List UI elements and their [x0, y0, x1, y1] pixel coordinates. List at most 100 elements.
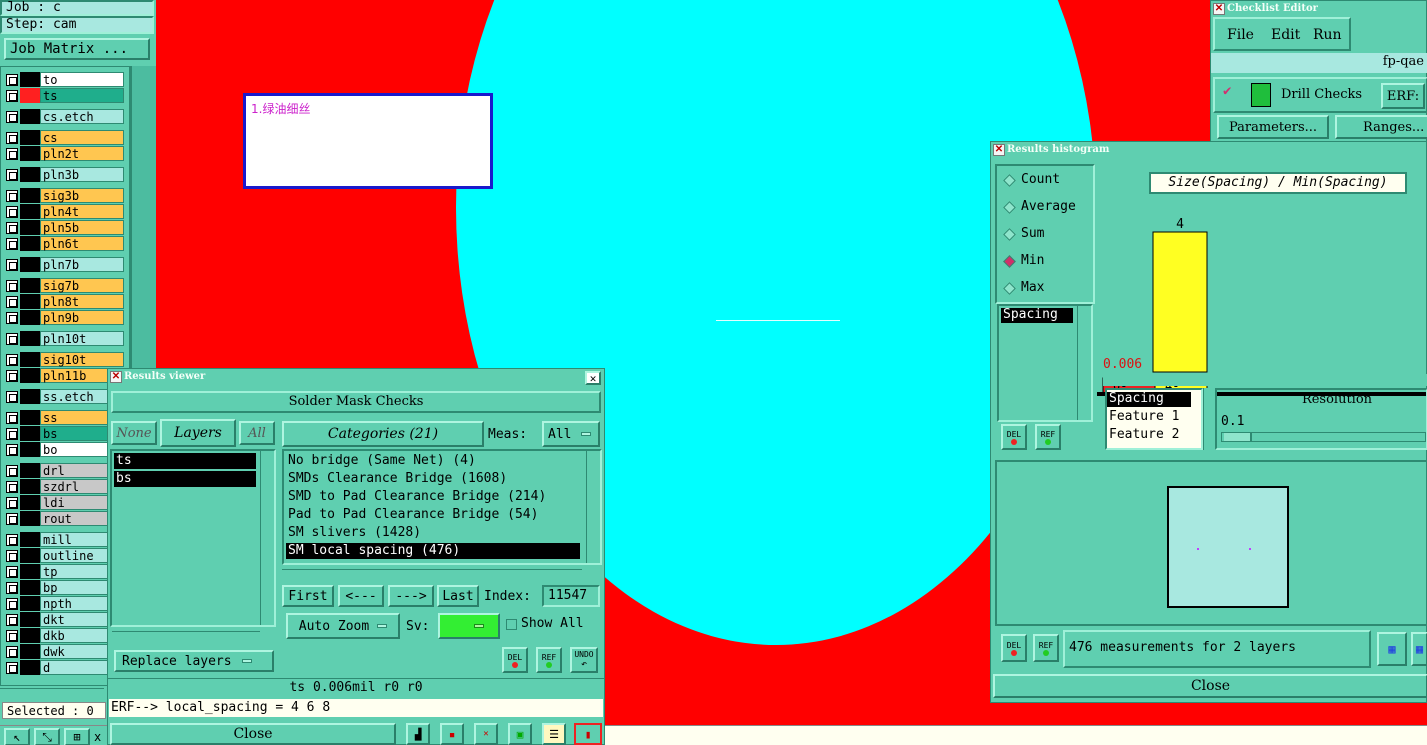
layer-checkbox[interactable] — [6, 90, 18, 102]
drill-checks-row[interactable]: ✔ Drill Checks ERF: — [1213, 77, 1427, 113]
category-list[interactable]: No bridge (Same Net) (4) SMDs Clearance B… — [282, 449, 602, 565]
layer-checkbox[interactable] — [6, 444, 18, 456]
layer-checkbox[interactable] — [6, 148, 18, 160]
layer-checkbox[interactable] — [6, 614, 18, 626]
layer-color-swatch[interactable] — [20, 548, 40, 563]
zoom-tool-icon[interactable]: ⤡ — [34, 728, 60, 745]
layer-name[interactable]: pln9b — [40, 310, 124, 325]
feature-list-vscroll[interactable] — [1203, 388, 1215, 450]
prev-button[interactable]: <--- — [338, 585, 384, 607]
close-button[interactable]: Close — [110, 723, 396, 745]
show-all-checkbox[interactable] — [506, 619, 517, 630]
layer-color-swatch[interactable] — [20, 511, 40, 526]
export-icon[interactable]: ▦ — [1377, 632, 1407, 666]
layer-color-swatch[interactable] — [20, 532, 40, 547]
feature-item[interactable]: Feature 2 — [1107, 428, 1191, 443]
layer-color-swatch[interactable] — [20, 109, 40, 124]
layer-color-swatch[interactable] — [20, 389, 40, 404]
first-button[interactable]: First — [282, 585, 334, 607]
category-list-vscroll[interactable] — [586, 451, 600, 563]
hist-del-button[interactable]: DEL — [1001, 424, 1027, 450]
category-item[interactable]: Pad to Pad Clearance Bridge (54) — [286, 507, 580, 523]
layer-color-swatch[interactable] — [20, 236, 40, 251]
mode-radio-max[interactable]: Max — [997, 280, 1093, 300]
layer-color-swatch[interactable] — [20, 442, 40, 457]
layer-checkbox[interactable] — [6, 259, 18, 271]
layer-name[interactable]: pln6t — [40, 236, 124, 251]
auto-zoom-select[interactable]: Auto Zoom — [286, 613, 400, 639]
layer-hscroll[interactable] — [0, 688, 104, 700]
layer-color-swatch[interactable] — [20, 426, 40, 441]
attribute-list[interactable]: Spacing — [997, 304, 1093, 422]
layer-checkbox[interactable] — [6, 534, 18, 546]
window-menu-icon[interactable]: ✕ — [993, 144, 1005, 156]
layer-list-hscroll[interactable] — [112, 631, 260, 643]
grid-tool-icon[interactable]: ⊞ — [64, 728, 90, 745]
undo-button[interactable]: UNDO ↶ — [570, 647, 598, 673]
tool-icon-6[interactable]: ▮ — [574, 723, 602, 745]
layer-checkbox[interactable] — [6, 630, 18, 642]
run-menu[interactable]: Run — [1313, 27, 1342, 43]
layer-name[interactable]: cs.etch — [40, 109, 124, 124]
layer-checkbox[interactable] — [6, 111, 18, 123]
layer-color-swatch[interactable] — [20, 352, 40, 367]
category-item[interactable]: SMD to Pad Clearance Bridge (214) — [286, 489, 580, 505]
tool-icon-5[interactable]: ☰ — [542, 723, 566, 745]
layer-color-swatch[interactable] — [20, 580, 40, 595]
layer-checkbox[interactable] — [6, 296, 18, 308]
meas-select[interactable]: All — [542, 421, 600, 447]
layer-name[interactable]: pln8t — [40, 294, 124, 309]
replace-layers-select[interactable]: Replace layers — [114, 650, 274, 672]
hist-ref-button-2[interactable]: REF — [1033, 634, 1059, 662]
layer-color-swatch[interactable] — [20, 331, 40, 346]
sv-color-select[interactable] — [438, 613, 500, 639]
attribute-list-vscroll[interactable] — [1077, 306, 1091, 420]
layer-checkbox[interactable] — [6, 566, 18, 578]
layer-checkbox[interactable] — [6, 333, 18, 345]
window-menu-icon[interactable]: ✕ — [110, 371, 122, 383]
layer-checkbox[interactable] — [6, 497, 18, 509]
layer-checkbox[interactable] — [6, 238, 18, 250]
layer-checkbox[interactable] — [6, 370, 18, 382]
layer-checkbox[interactable] — [6, 412, 18, 424]
mode-radio-count[interactable]: Count — [997, 172, 1093, 192]
layer-color-swatch[interactable] — [20, 612, 40, 627]
layer-color-swatch[interactable] — [20, 463, 40, 478]
results-layer-item[interactable]: bs — [114, 471, 256, 487]
layer-checkbox[interactable] — [6, 550, 18, 562]
feature-list[interactable]: Spacing Feature 1 Feature 2 — [1105, 388, 1203, 450]
resolution-slider-thumb[interactable] — [1224, 433, 1252, 441]
window-menu-icon[interactable]: ✕ — [1213, 3, 1225, 15]
layers-button[interactable]: Layers — [160, 419, 236, 447]
layer-color-swatch[interactable] — [20, 660, 40, 675]
category-item[interactable]: SM slivers (1428) — [286, 525, 580, 541]
layer-color-swatch[interactable] — [20, 564, 40, 579]
index-input[interactable]: 11547 — [542, 585, 600, 607]
layer-checkbox[interactable] — [6, 391, 18, 403]
layer-checkbox[interactable] — [6, 582, 18, 594]
category-item[interactable]: SM local spacing (476) — [286, 543, 580, 559]
layer-name[interactable]: cs — [40, 130, 124, 145]
category-item[interactable]: No bridge (Same Net) (4) — [286, 453, 580, 469]
layer-name[interactable]: sig7b — [40, 278, 124, 293]
del-button[interactable]: DEL — [502, 647, 528, 673]
ranges-button[interactable]: Ranges... — [1335, 115, 1427, 139]
attribute-item[interactable]: Spacing — [1001, 308, 1073, 323]
checklist-titlebar[interactable]: ✕ Checklist Editor — [1211, 1, 1426, 17]
layer-name[interactable]: to — [40, 72, 124, 87]
layer-checkbox[interactable] — [6, 74, 18, 86]
layer-checkbox[interactable] — [6, 598, 18, 610]
histogram-titlebar[interactable]: ✕ Results histogram — [991, 142, 1426, 158]
layer-color-swatch[interactable] — [20, 204, 40, 219]
layer-color-swatch[interactable] — [20, 257, 40, 272]
layer-color-swatch[interactable] — [20, 88, 40, 103]
layer-list-vscroll[interactable] — [260, 451, 274, 625]
tool-icon-3[interactable]: ✕ — [474, 723, 498, 745]
none-layers-button[interactable]: None — [111, 421, 157, 445]
tool-icon-2[interactable]: ▪ — [440, 723, 464, 745]
note-box[interactable]: 1.绿油细丝 — [243, 93, 493, 189]
feature-item[interactable]: Feature 1 — [1107, 410, 1191, 425]
layer-color-swatch[interactable] — [20, 130, 40, 145]
layer-name[interactable]: sig10t — [40, 352, 124, 367]
layer-color-swatch[interactable] — [20, 495, 40, 510]
